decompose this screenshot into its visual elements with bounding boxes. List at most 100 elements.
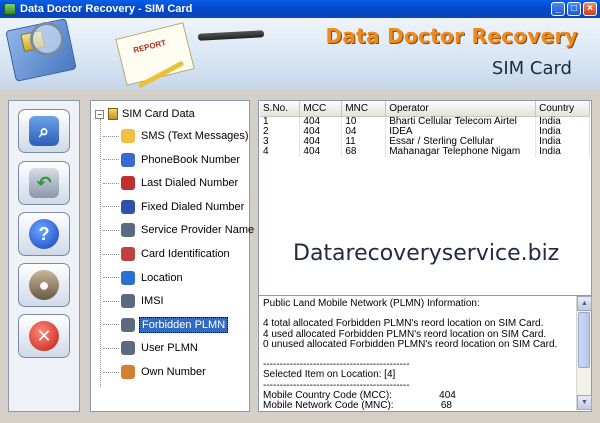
sim-data-tree: − SIM Card Data SMS (Text Messages) Phone… xyxy=(90,100,254,412)
globe-icon xyxy=(121,270,135,285)
maximize-button[interactable]: □ xyxy=(567,2,581,16)
tree-item[interactable]: Card Identification xyxy=(103,244,232,264)
tree-item-label: Fixed Dialed Number xyxy=(141,200,245,213)
tree-item-label: Forbidden PLMN xyxy=(139,316,229,333)
tree-item-label: Last Dialed Number xyxy=(141,177,239,190)
magnifier-image xyxy=(30,22,64,56)
tree-item[interactable]: Forbidden PLMN xyxy=(103,315,229,335)
tree-item[interactable]: Service Provider Name xyxy=(103,220,256,240)
info-line: Public Land Mobile Network (PLMN) Inform… xyxy=(263,298,480,309)
table-cell: India xyxy=(535,126,590,137)
tree-item[interactable]: Own Number xyxy=(103,362,208,382)
info-textbox[interactable]: Public Land Mobile Network (PLMN) Inform… xyxy=(259,295,592,411)
tree-connector xyxy=(103,135,119,137)
scroll-thumb[interactable] xyxy=(578,312,590,368)
exit-icon: ✕ xyxy=(29,321,59,351)
tree-connector xyxy=(103,371,119,373)
about-button[interactable]: ● xyxy=(18,263,70,307)
table-cell: Essar / Sterling Cellular xyxy=(385,136,537,147)
scroll-up-icon[interactable]: ▲ xyxy=(577,296,592,311)
tree-connector xyxy=(103,277,119,279)
collapse-icon[interactable]: − xyxy=(95,109,104,119)
tree-item-label: PhoneBook Number xyxy=(141,153,241,166)
table-cell: 68 xyxy=(341,146,387,157)
tree-item-label: Location xyxy=(141,271,183,284)
column-header[interactable]: S.No. xyxy=(260,101,301,117)
tree-item[interactable]: User PLMN xyxy=(103,338,200,358)
tree-item-label: User PLMN xyxy=(141,342,198,355)
table-cell: 404 xyxy=(299,126,343,137)
own-number-icon xyxy=(121,365,135,379)
tree-item[interactable]: IMSI xyxy=(103,291,166,311)
tree-item-label: SMS (Text Messages) xyxy=(141,130,249,142)
info-text: Public Land Mobile Network (PLMN) Inform… xyxy=(263,298,573,411)
plmn-table: S.No. MCC MNC Operator Country 1 404 10 Bharti … xyxy=(260,101,590,157)
antenna-icon xyxy=(121,341,135,356)
title-bar: Data Doctor Recovery - SIM Card _ □ × xyxy=(0,0,600,18)
vertical-scrollbar[interactable]: ▲ ▼ xyxy=(576,296,592,410)
info-line: 0 unused allocated Forbidden PLMN's reor… xyxy=(263,338,558,350)
tree-item-label: Own Number xyxy=(141,366,206,378)
tree-root[interactable]: − SIM Card Data xyxy=(95,108,195,120)
column-header[interactable]: Operator xyxy=(385,101,537,117)
help-icon: ? xyxy=(29,219,59,249)
tool-panel: ⌕ ↶ ? ● ✕ xyxy=(8,100,80,412)
table-cell: 404 xyxy=(299,136,343,147)
tree-item[interactable]: Fixed Dialed Number xyxy=(103,197,246,217)
info-line: Selected Item on Location: [4] xyxy=(263,369,396,381)
search-sim-icon: ⌕ xyxy=(29,116,59,146)
window-controls: _ □ × xyxy=(551,2,597,16)
pen-image xyxy=(197,30,265,41)
brand-title: Data Doctor Recovery xyxy=(325,24,578,48)
table-row[interactable]: 3 404 11 Essar / Sterling Cellular India xyxy=(260,136,590,147)
user-icon: ● xyxy=(29,270,59,300)
table-cell: IDEA xyxy=(385,126,537,137)
table-row[interactable]: 2 404 04 IDEA India xyxy=(260,126,590,137)
tree-root-label: SIM Card Data xyxy=(122,108,195,120)
card-icon xyxy=(121,247,135,261)
sms-icon xyxy=(121,129,135,143)
header-banner: REPORT Data Doctor Recovery SIM Card xyxy=(0,18,600,90)
table-cell: Mahanagar Telephone Nigam xyxy=(385,146,537,157)
table-row[interactable]: 1 404 10 Bharti Cellular Telecom Airtel Indi… xyxy=(260,116,590,127)
exit-button[interactable]: ✕ xyxy=(18,314,70,358)
brand-subtitle: SIM Card xyxy=(491,58,572,79)
phonebook-icon xyxy=(121,152,135,167)
watermark: Datarecoveryservice.biz xyxy=(293,241,560,266)
tree-connector xyxy=(103,229,119,231)
tree-item[interactable]: Last Dialed Number xyxy=(103,173,240,193)
tree-connector xyxy=(103,300,119,302)
tree-connector xyxy=(103,253,119,255)
table-cell: 04 xyxy=(341,126,387,137)
save-button[interactable]: ↶ xyxy=(18,161,70,205)
table-cell: 404 xyxy=(299,116,343,127)
tree-item-label: Service Provider Name xyxy=(141,224,255,237)
table-cell: India xyxy=(535,136,590,147)
tree-item[interactable]: Location xyxy=(103,268,185,288)
table-cell: 3 xyxy=(260,136,301,147)
table-row[interactable]: 4 404 68 Mahanagar Telephone Nigam India xyxy=(260,146,590,157)
tree-item[interactable]: PhoneBook Number xyxy=(103,150,242,170)
antenna-icon xyxy=(121,223,135,238)
help-button[interactable]: ? xyxy=(18,212,70,256)
tree-connector xyxy=(103,324,119,326)
search-sim-button[interactable]: ⌕ xyxy=(18,109,70,153)
tree-item-label: IMSI xyxy=(141,295,164,308)
column-header[interactable]: MNC xyxy=(341,101,387,117)
minimize-button[interactable]: _ xyxy=(551,2,565,16)
last-dialed-icon xyxy=(121,176,135,191)
tree-connector xyxy=(100,119,101,387)
column-header[interactable]: MCC xyxy=(299,101,343,117)
fixed-dialed-icon xyxy=(121,199,135,214)
report-label: REPORT xyxy=(132,38,167,55)
info-line: Mobile Network Code (MNC): 68 xyxy=(263,399,452,411)
antenna-icon xyxy=(121,317,135,332)
table-cell: 2 xyxy=(260,126,301,137)
column-header[interactable]: Country xyxy=(535,101,590,117)
scroll-down-icon[interactable]: ▼ xyxy=(577,395,592,410)
table-cell: 10 xyxy=(341,116,387,127)
close-button[interactable]: × xyxy=(583,2,597,16)
table-cell: Bharti Cellular Telecom Airtel xyxy=(385,116,537,127)
table-cell: India xyxy=(535,146,590,157)
tree-item[interactable]: SMS (Text Messages) xyxy=(103,126,251,146)
